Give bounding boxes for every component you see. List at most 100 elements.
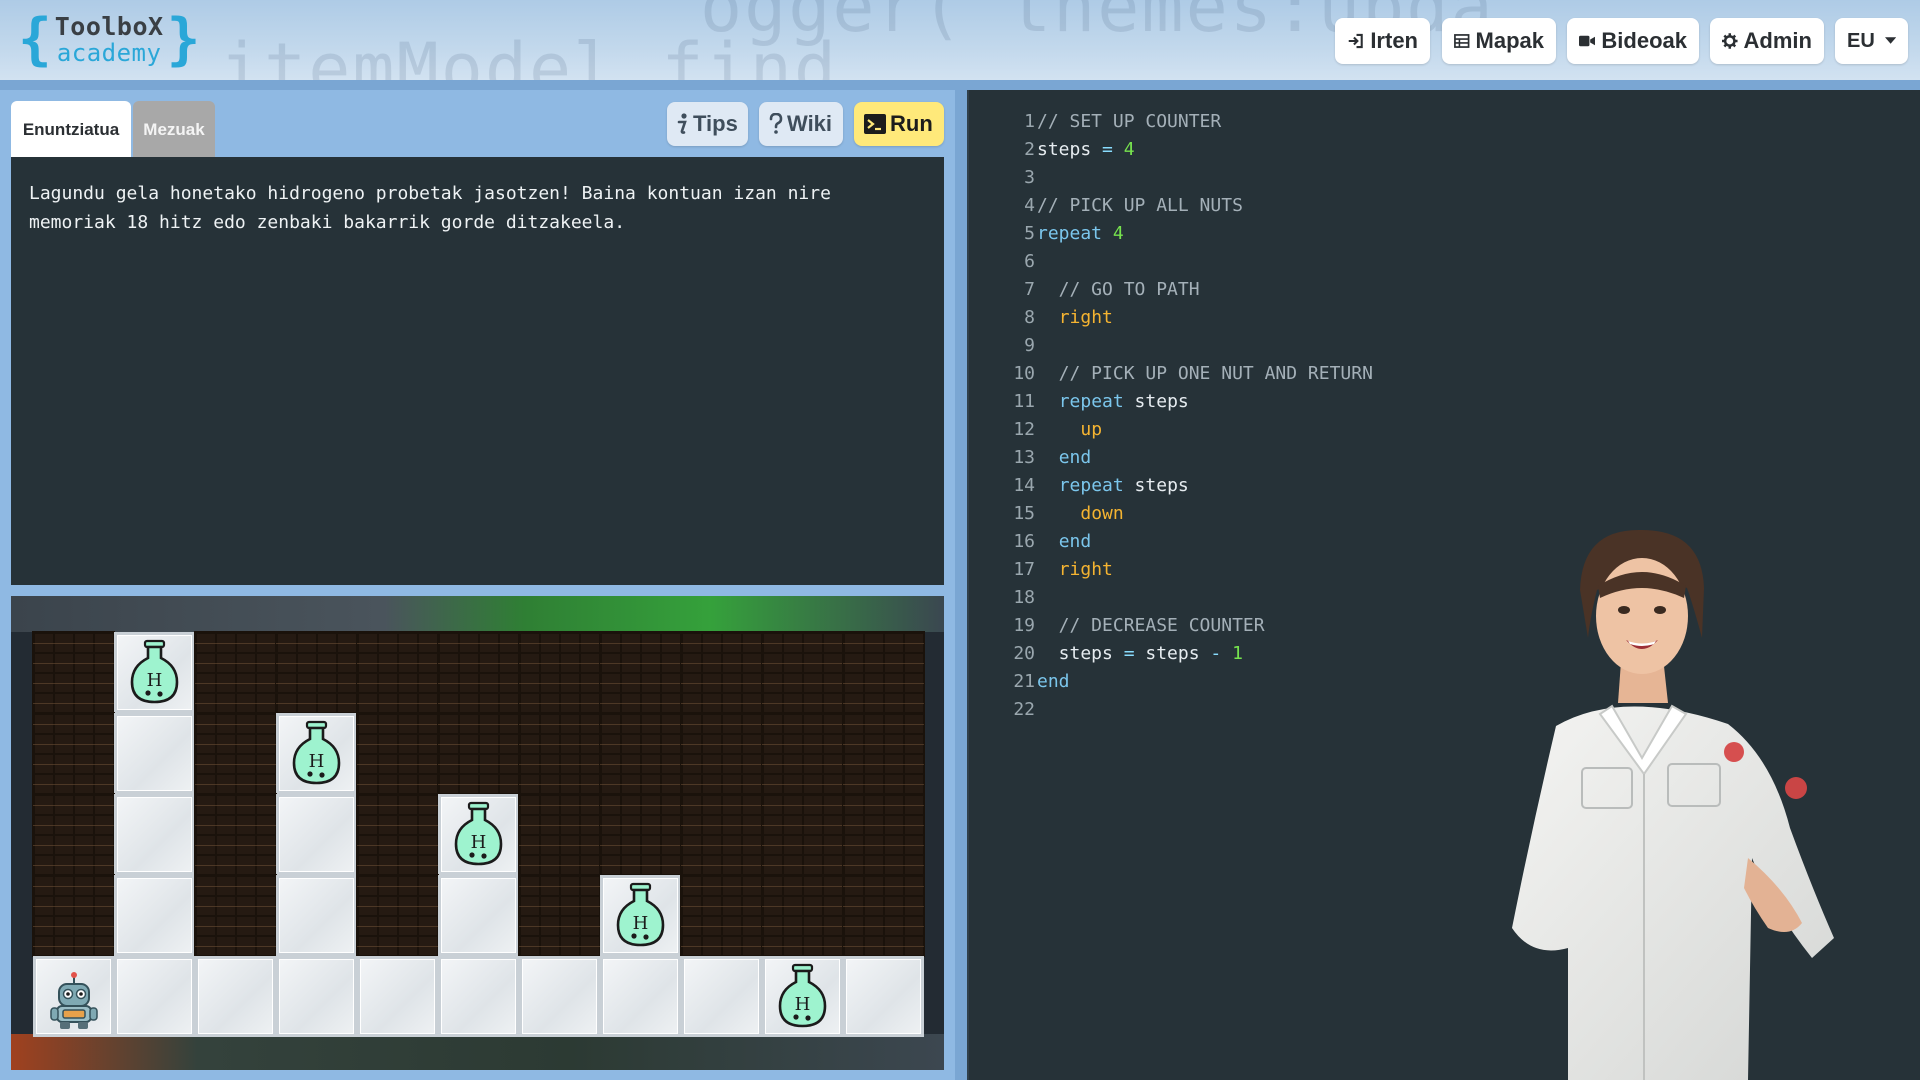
wall-cell (518, 712, 601, 795)
code-token-num: 4 (1112, 223, 1124, 244)
code-line[interactable]: 14 repeat steps (969, 472, 1920, 500)
wiki-button[interactable]: Wiki (759, 102, 843, 146)
code-token-keyword: end (1058, 531, 1092, 552)
code-line[interactable]: 11 repeat steps (969, 388, 1920, 416)
wall-cell (194, 712, 277, 795)
code-token-move: right (1058, 307, 1113, 328)
language-select[interactable]: EU (1835, 18, 1908, 64)
flask-label: H (147, 670, 163, 691)
background-code-line: itemModel.find (220, 28, 839, 80)
line-number: 1 (1024, 111, 1035, 132)
code-line[interactable]: 2 steps = 4 (969, 136, 1920, 164)
language-value: EU (1847, 29, 1875, 52)
table-icon (1454, 34, 1470, 48)
code-line[interactable]: 5 repeat 4 (969, 220, 1920, 248)
code-line[interactable]: 1// SET UP COUNTER (969, 108, 1920, 136)
code-token-keyword: repeat (1037, 223, 1103, 244)
code-line[interactable]: 13 end (969, 444, 1920, 472)
line-number: 7 (1024, 279, 1035, 300)
wall-cell (518, 874, 601, 957)
code-line[interactable]: 4// PICK UP ALL NUTS (969, 192, 1920, 220)
wall-cell (599, 631, 682, 714)
code-editor[interactable]: 1// SET UP COUNTER 2 steps = 4 3 4// PICK UP… (967, 90, 1920, 1080)
code-line[interactable]: 8 right (969, 304, 1920, 332)
hydrogen-flask-icon: H (292, 720, 341, 785)
code-token-comment: // SET UP COUNTER (1037, 111, 1222, 132)
wall-cell (194, 631, 277, 714)
code-token-ident: steps (1123, 475, 1189, 496)
code-line[interactable]: 6 (969, 248, 1920, 276)
wall-cell (842, 793, 925, 876)
code-line[interactable]: 9 (969, 332, 1920, 360)
code-line[interactable]: 10 // PICK UP ONE NUT AND RETURN (969, 360, 1920, 388)
code-token-keyword: end (1037, 671, 1070, 692)
wall-cell (32, 712, 115, 795)
code-text: // DECREASE COUNTER (1037, 612, 1265, 640)
line-number: 5 (1024, 223, 1035, 244)
code-line[interactable]: 3 (969, 164, 1920, 192)
wall-cell (356, 712, 439, 795)
code-token-ident (1037, 447, 1059, 468)
flask-label: H (309, 751, 325, 772)
code-token-ident (1037, 475, 1059, 496)
floor-tile (438, 875, 519, 956)
code-token-comment: // DECREASE COUNTER (1037, 615, 1265, 636)
wall-cell (761, 874, 844, 957)
code-line[interactable]: 7 // GO TO PATH (969, 276, 1920, 304)
logo-brace-open: { (18, 7, 52, 72)
tab-statement[interactable]: Enuntziatua (11, 101, 131, 159)
code-token-move: up (1080, 419, 1103, 440)
floor-tile (276, 875, 357, 956)
code-line[interactable]: 12 up (969, 416, 1920, 444)
code-token-keyword: end (1058, 447, 1092, 468)
wall-cell (518, 631, 601, 714)
tab-messages-label: Mezuak (143, 120, 205, 139)
tips-button[interactable]: Tips (667, 102, 748, 146)
tips-button-label: Tips (693, 111, 738, 136)
tab-messages[interactable]: Mezuak (133, 101, 215, 159)
admin-button[interactable]: Admin (1710, 18, 1824, 64)
wall-cell (680, 631, 763, 714)
wall-cell (518, 793, 601, 876)
line-number: 21 (1013, 671, 1035, 692)
presenter-video (1512, 529, 1834, 1080)
logo-text: ToolboX academy (55, 14, 164, 67)
line-number: 22 (1013, 699, 1035, 720)
floor-tile (438, 956, 519, 1037)
exit-button[interactable]: Irten (1335, 18, 1430, 64)
code-token-num: 4 (1123, 139, 1135, 160)
code-token-op: - (1199, 643, 1233, 664)
code-text: right (1037, 556, 1113, 584)
wall-cell (842, 874, 925, 957)
code-token-ident (1037, 419, 1080, 440)
wall-cell (842, 712, 925, 795)
code-text: up (1037, 416, 1102, 444)
line-number: 14 (1013, 475, 1035, 496)
line-number: 12 (1013, 419, 1035, 440)
toolbox-academy-logo[interactable]: { ToolboX academy } (18, 7, 200, 72)
videos-button[interactable]: Bideoak (1567, 18, 1699, 64)
wall-cell (356, 874, 439, 957)
code-text: steps = steps - 1 (1037, 640, 1243, 668)
floor-tile (195, 956, 276, 1037)
line-number: 16 (1013, 531, 1035, 552)
wall-cell (32, 874, 115, 957)
code-token-ident: steps (1037, 139, 1092, 160)
code-text: end (1037, 668, 1070, 696)
hydrogen-flask-icon: H (616, 882, 665, 947)
statement-text: Lagundu gela honetako hidrogeno probetak… (29, 183, 831, 233)
wiki-button-label: Wiki (787, 111, 833, 136)
code-line[interactable]: 15 down (969, 500, 1920, 528)
wall-cell (356, 793, 439, 876)
line-number: 11 (1013, 391, 1035, 412)
run-button[interactable]: Run (854, 102, 944, 146)
wall-cell (599, 712, 682, 795)
hydrogen-flask-icon: H (130, 639, 179, 704)
floor-tile (357, 956, 438, 1037)
line-number: 18 (1013, 587, 1035, 608)
videos-button-label: Bideoak (1601, 28, 1687, 53)
maps-button[interactable]: Mapak (1442, 18, 1556, 64)
code-token-ident (1037, 503, 1080, 524)
sign-in-icon (1348, 33, 1363, 49)
terminal-icon (864, 114, 886, 134)
